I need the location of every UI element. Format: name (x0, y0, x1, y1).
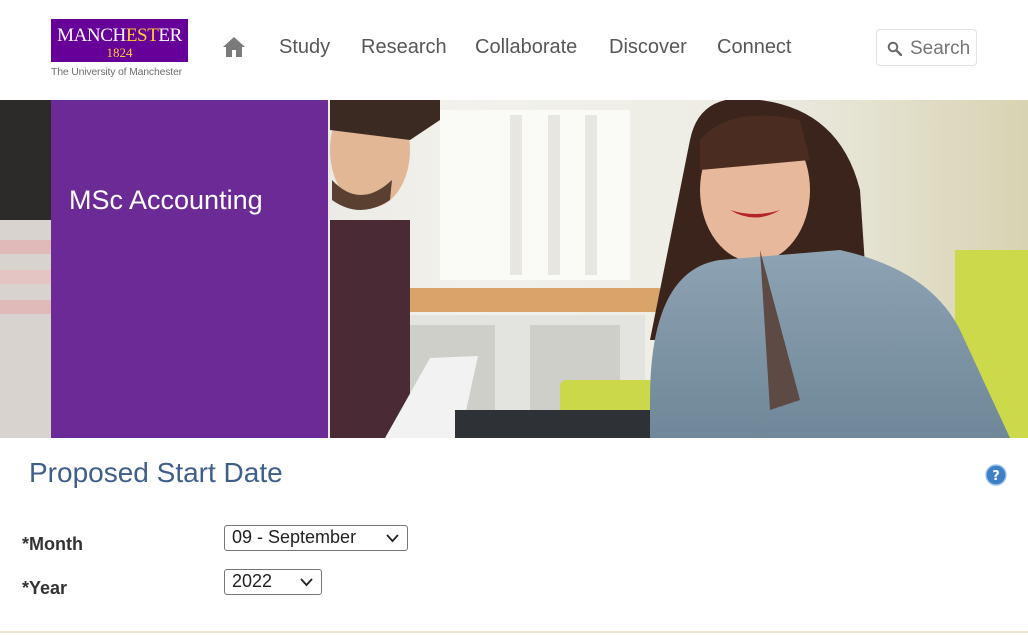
site-header: MANCHESTER 1824 The University of Manche… (0, 0, 1028, 100)
year-label: *Year (22, 578, 68, 598)
logo-name: MANCHESTER (51, 19, 188, 45)
nav-research[interactable]: Research (361, 36, 447, 59)
nav-discover[interactable]: Discover (609, 36, 687, 59)
logo-wordmark: MANCHESTER 1824 (51, 19, 188, 62)
nav-collaborate[interactable]: Collaborate (475, 36, 577, 59)
help-icon[interactable]: ? (985, 464, 1007, 486)
nav-connect[interactable]: Connect (717, 36, 792, 59)
logo-subtitle: The University of Manchester (51, 66, 182, 78)
month-label: *Month (22, 534, 83, 554)
svg-text:?: ? (992, 469, 1000, 484)
month-select-value: 09 - September (232, 527, 357, 547)
search-label: Search (910, 38, 971, 59)
hero-title: MSc Accounting (69, 185, 263, 215)
search-button[interactable]: Search (876, 29, 977, 66)
nav-study[interactable]: Study (279, 36, 330, 59)
search-icon (887, 41, 902, 56)
chevron-down-icon (386, 534, 399, 543)
logo-name-part3: ER (158, 25, 182, 46)
home-icon[interactable] (222, 36, 246, 58)
month-select[interactable]: 09 - September (224, 525, 408, 551)
chevron-down-icon (300, 578, 313, 587)
hero-banner: MSc Accounting (0, 100, 1028, 438)
hero-title-panel: MSc Accounting (51, 100, 328, 438)
logo-name-part1: MANCH (57, 25, 126, 46)
section-title: Proposed Start Date (29, 457, 283, 488)
university-logo[interactable]: MANCHESTER 1824 The University of Manche… (51, 19, 189, 78)
logo-name-part2: EST (125, 25, 159, 46)
year-select[interactable]: 2022 (224, 569, 322, 595)
logo-year: 1824 (106, 45, 133, 60)
year-select-value: 2022 (232, 571, 273, 591)
footer-divider (0, 631, 1028, 633)
